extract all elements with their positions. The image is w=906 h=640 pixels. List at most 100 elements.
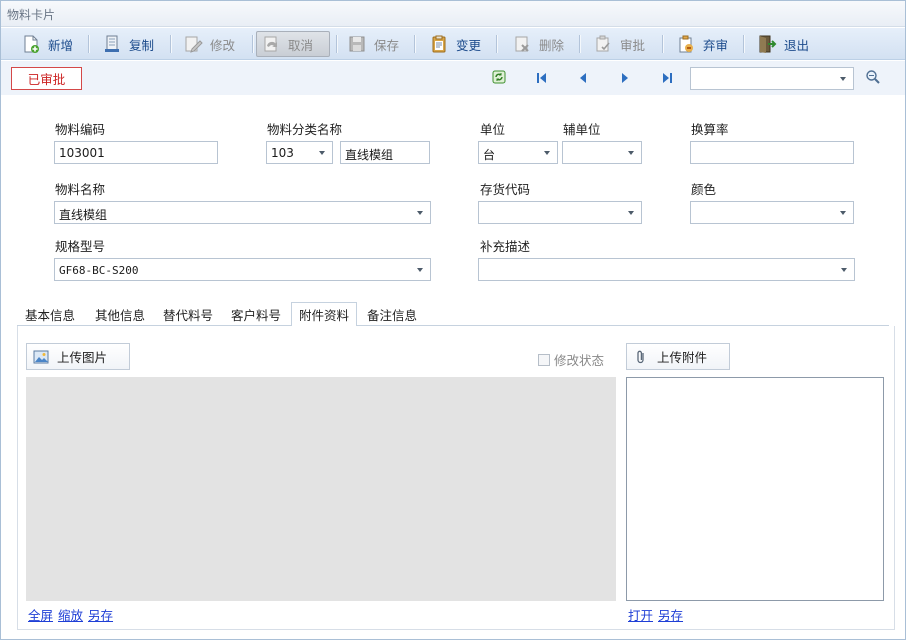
delete-icon [512,34,532,54]
tab-other-info[interactable]: 其他信息 [87,302,153,326]
material-name-label: 物料名称 [55,182,106,197]
change-button-label: 变更 [456,37,482,53]
unit-combo[interactable]: 台 [478,141,558,164]
save-button-label: 保存 [374,37,400,53]
cancel-button-label: 取消 [288,37,314,53]
open-attachment-link[interactable]: 打开 [628,605,653,624]
chevron-down-icon[interactable] [833,202,853,223]
chevron-down-icon[interactable] [410,259,430,280]
modify-status-checkbox[interactable]: 修改状态 [538,350,604,369]
edit-icon [183,34,203,54]
approve-button[interactable]: 审批 [589,31,651,57]
edit-button[interactable]: 修改 [179,31,241,57]
toolbar-separator [579,35,580,53]
tab-basic-info[interactable]: 基本信息 [17,302,83,326]
tab-label: 替代料号 [162,307,213,323]
copy-button[interactable]: 复制 [98,31,160,57]
exit-button-label: 退出 [784,37,810,53]
toolbar-separator [496,35,497,53]
chevron-down-icon[interactable] [621,202,641,223]
toolbar-separator [88,35,89,53]
change-icon [429,34,449,54]
exit-button[interactable]: 退出 [753,31,815,57]
zoom-link[interactable]: 缩放 [58,605,83,624]
conversion-rate-input[interactable] [690,141,854,164]
toolbar-separator [414,35,415,53]
tab-label: 其他信息 [94,307,145,323]
chevron-down-icon[interactable] [833,68,853,89]
tab-label: 基本信息 [24,307,75,323]
attachment-save-as-link[interactable]: 另存 [658,605,683,624]
aux-unit-label: 辅单位 [563,122,601,137]
change-button[interactable]: 变更 [425,31,487,57]
delete-button[interactable]: 删除 [508,31,570,57]
supplement-description-combo[interactable] [478,258,855,281]
toolbar-separator [170,35,171,53]
previous-record-icon [580,73,586,83]
tab-label: 备注信息 [366,307,417,323]
record-search-combo[interactable] [690,67,854,90]
unapprove-button[interactable]: 弃审 [672,31,734,57]
upload-image-label: 上传图片 [57,350,108,365]
search-button[interactable] [865,69,881,88]
last-record-button[interactable] [659,70,675,86]
attachment-list[interactable] [626,377,884,601]
material-card-window: 物料卡片 新增 复制 修改 取消 保存 变更 删除 审批 弃审 退出 已审批 物… [0,0,906,640]
detail-tabs: 基本信息 其他信息 替代料号 客户料号 附件资料 备注信息 [17,302,889,327]
refresh-button[interactable] [491,70,507,86]
tab-customer-parts[interactable]: 客户料号 [223,302,289,326]
tab-attachments[interactable]: 附件资料 [291,302,357,327]
inventory-code-label: 存货代码 [480,182,531,197]
toolbar-separator [662,35,663,53]
toolbar: 新增 复制 修改 取消 保存 变更 删除 审批 弃审 退出 [1,28,905,60]
aux-unit-combo[interactable] [562,141,642,164]
material-code-input[interactable]: 103001 [54,141,218,164]
chevron-down-icon[interactable] [410,202,430,223]
category-name-input[interactable]: 直线模组 [340,141,430,164]
material-code-value: 103001 [59,146,105,160]
unit-value: 台 [483,148,496,162]
spec-model-value: GF68-BC-S200 [59,264,139,277]
cancel-icon [261,34,281,54]
chevron-down-icon[interactable] [621,142,641,163]
chevron-down-icon[interactable] [537,142,557,163]
first-record-button[interactable] [533,70,549,86]
cancel-button[interactable]: 取消 [256,31,330,57]
chevron-down-icon[interactable] [834,259,854,280]
new-button-label: 新增 [48,37,74,53]
tab-substitute-parts[interactable]: 替代料号 [155,302,221,326]
first-record-icon [536,73,546,83]
inventory-code-combo[interactable] [478,201,642,224]
toolbar-separator [336,35,337,53]
image-save-as-link[interactable]: 另存 [88,605,113,624]
approve-button-label: 审批 [620,37,646,53]
color-combo[interactable] [690,201,854,224]
fullscreen-link[interactable]: 全屏 [28,605,53,624]
save-button[interactable]: 保存 [343,31,405,57]
tab-label: 附件资料 [298,308,349,323]
material-name-value: 直线模组 [59,208,108,222]
checkbox-box[interactable] [538,353,550,366]
toolbar-separator [252,35,253,53]
category-code-combo[interactable]: 103 [266,141,333,164]
tab-remarks[interactable]: 备注信息 [359,302,425,326]
new-doc-icon [21,34,41,54]
window-title: 物料卡片 [7,8,56,22]
search-icon [865,69,881,88]
status-bar: 已审批 [1,61,905,95]
next-record-icon [622,73,628,83]
chevron-down-icon[interactable] [312,142,332,163]
unapprove-button-label: 弃审 [703,37,729,53]
title-bar: 物料卡片 [1,1,905,27]
spec-model-combo[interactable]: GF68-BC-S200 [54,258,431,281]
upload-attachment-button[interactable]: 上传附件 [626,343,730,370]
copy-icon [102,34,122,54]
next-record-button[interactable] [617,70,633,86]
exit-icon [757,34,777,54]
material-name-combo[interactable]: 直线模组 [54,201,431,224]
delete-button-label: 删除 [539,37,565,53]
new-button[interactable]: 新增 [17,31,79,57]
previous-record-button[interactable] [575,70,591,86]
upload-image-button[interactable]: 上传图片 [26,343,130,370]
image-preview-area[interactable] [26,377,616,601]
